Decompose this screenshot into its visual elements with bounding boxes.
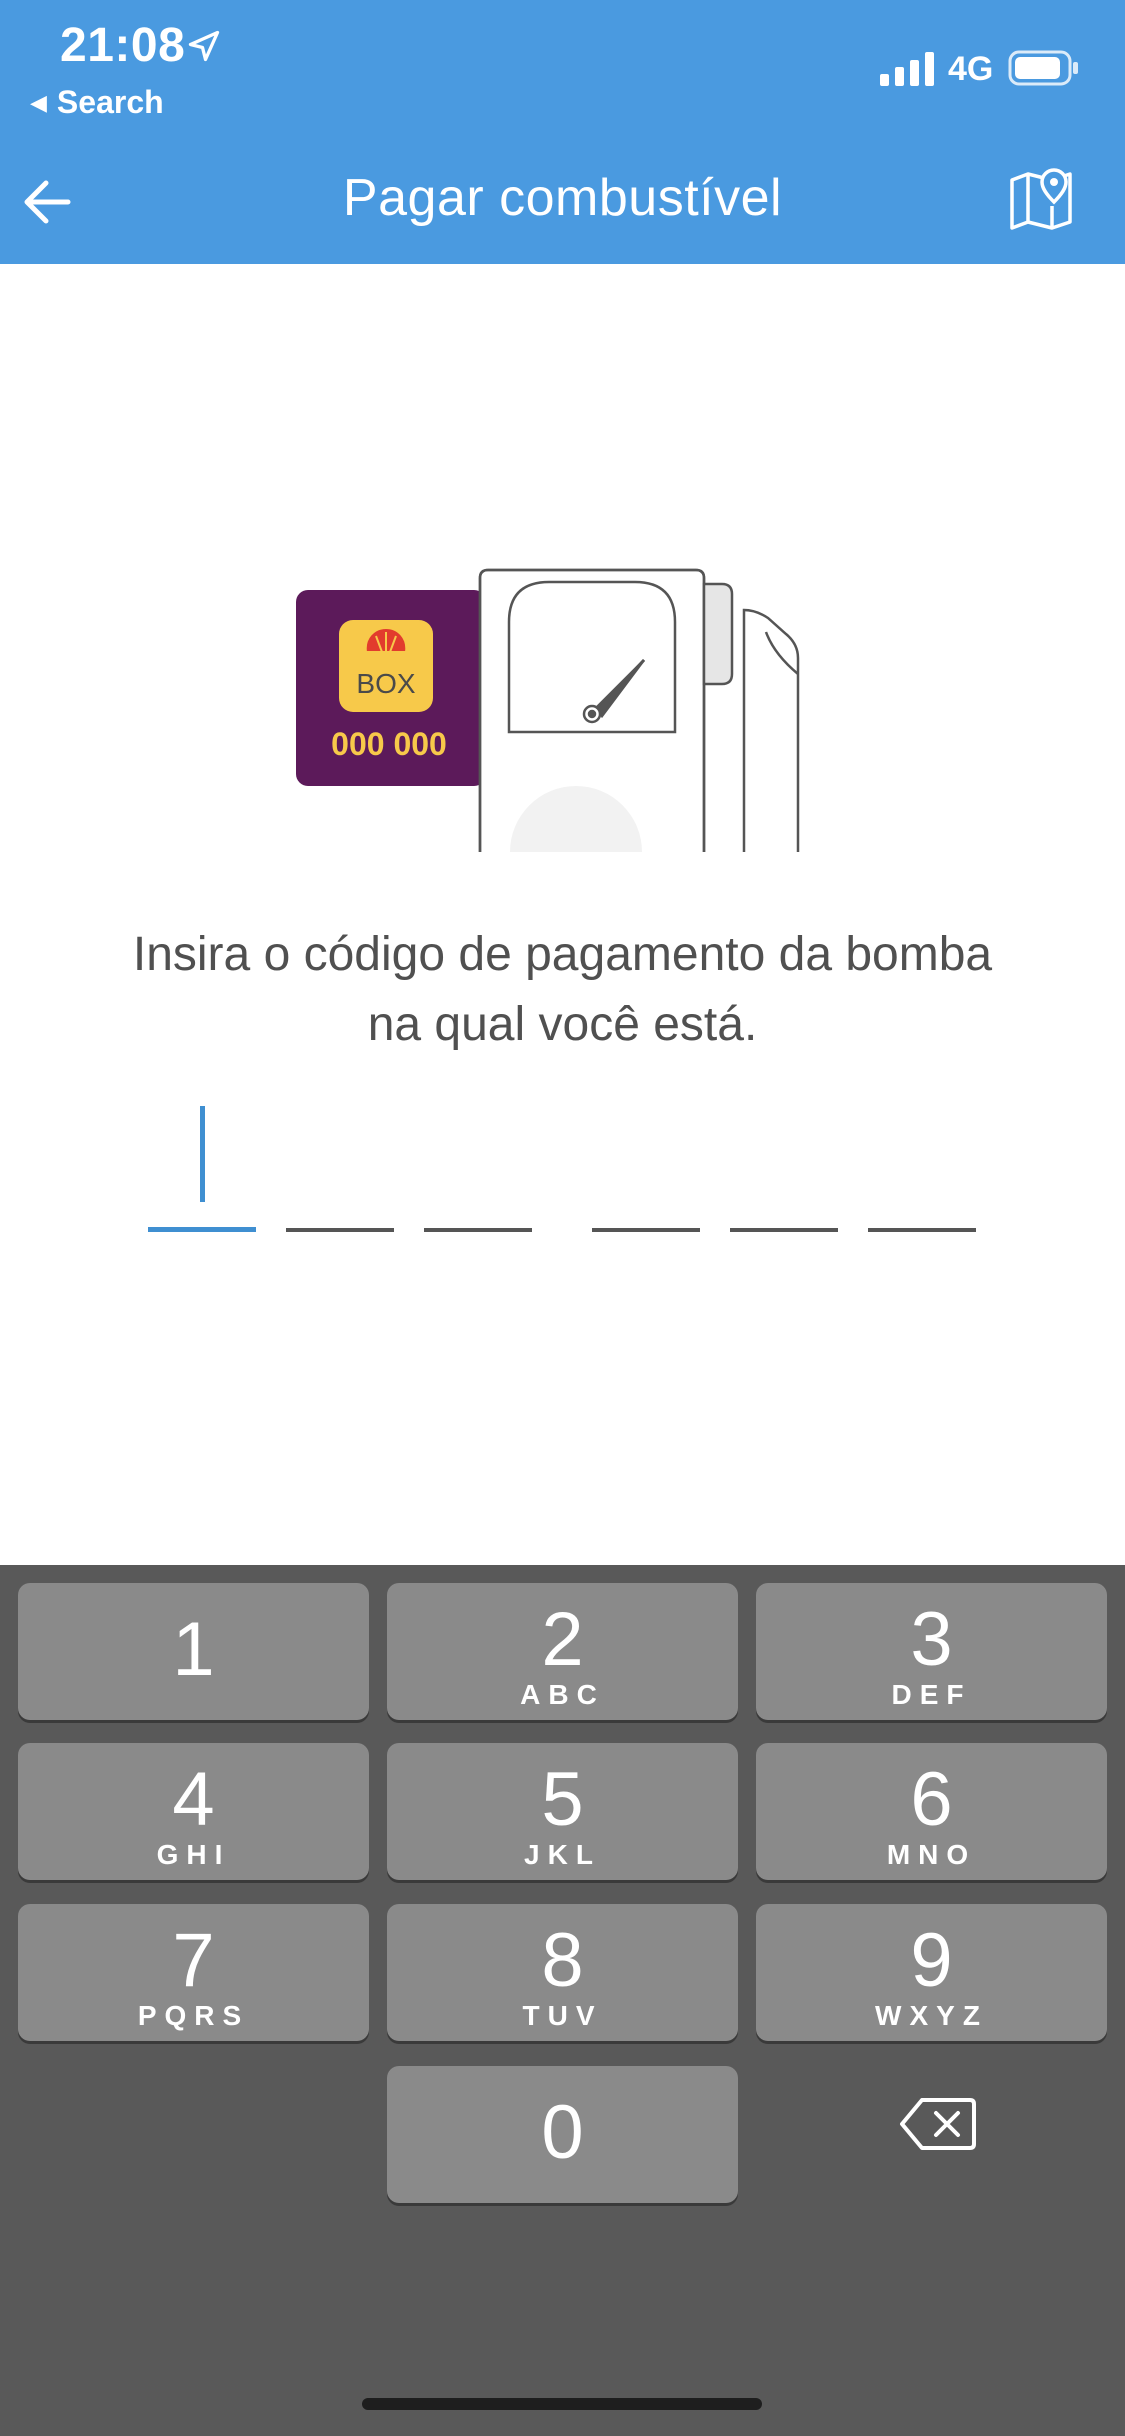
key-letters: JKL	[524, 1839, 601, 1870]
code-digit-slot-6[interactable]	[868, 1228, 976, 1232]
instruction-line-1: Insira o código de pagamento da bomba	[132, 928, 993, 981]
key-7[interactable]: 7 PQRS	[18, 1904, 369, 2041]
top-bar: 21:08 ◀ Search 4G Pagar combustível	[0, 0, 1125, 264]
key-digit: 4	[172, 1757, 215, 1842]
code-digit-slot-4[interactable]	[592, 1228, 700, 1232]
key-letters: TUV	[522, 2000, 603, 2031]
home-indicator[interactable]	[362, 2398, 762, 2410]
key-digit: 9	[910, 1918, 953, 2003]
key-digit: 2	[541, 1597, 584, 1682]
key-2[interactable]: 2 ABC	[387, 1583, 738, 1720]
status-time: 21:08	[60, 19, 186, 72]
key-4[interactable]: 4 GHI	[18, 1743, 369, 1880]
key-3[interactable]: 3 DEF	[756, 1583, 1107, 1720]
key-letters: ABC	[520, 1679, 605, 1710]
network-type: 4G	[948, 50, 994, 88]
key-digit: 7	[172, 1918, 215, 2003]
key-letters: MNO	[886, 1839, 977, 1870]
key-digit: 5	[541, 1757, 584, 1842]
instruction-text: Insira o código de pagamento da bomba na…	[0, 920, 1125, 1060]
card-code: 000 000	[331, 726, 447, 762]
code-digit-slot-5[interactable]	[730, 1228, 838, 1232]
signal-icon	[880, 52, 934, 86]
back-triangle-icon: ◀	[30, 90, 47, 115]
instruction-line-2: na qual você está.	[367, 998, 758, 1051]
code-digit-slot-1[interactable]	[148, 1227, 256, 1232]
location-arrow-icon	[188, 30, 220, 62]
battery-icon	[1008, 50, 1078, 86]
key-letters: DEF	[891, 1679, 972, 1710]
key-letters: PQRS	[137, 2000, 250, 2031]
key-letters: GHI	[156, 1839, 231, 1870]
key-letters: WXYZ	[875, 2000, 988, 2031]
code-digit-slot-2[interactable]	[286, 1228, 394, 1232]
key-digit: 8	[541, 1918, 584, 2003]
key-5[interactable]: 5 JKL	[387, 1743, 738, 1880]
backspace-icon[interactable]	[898, 2096, 978, 2152]
map-pin-icon[interactable]	[1008, 166, 1074, 232]
key-digit: 6	[910, 1757, 953, 1842]
fuel-pump	[478, 568, 800, 852]
card-brand: BOX	[356, 668, 415, 699]
shell-box-card: BOX 000 000	[296, 590, 486, 786]
key-6[interactable]: 6 MNO	[756, 1743, 1107, 1880]
page-title: Pagar combustível	[342, 169, 783, 227]
key-digit: 3	[910, 1597, 953, 1682]
fuel-pump-illustration: BOX 000 000	[296, 568, 800, 852]
status-back-label: Search	[56, 84, 164, 120]
key-8[interactable]: 8 TUV	[387, 1904, 738, 2041]
key-0[interactable]: 0	[387, 2066, 738, 2203]
text-cursor	[200, 1106, 205, 1202]
key-digit: 1	[172, 1607, 215, 1692]
key-digit: 0	[541, 2090, 584, 2175]
code-digit-slot-3[interactable]	[424, 1228, 532, 1232]
key-1[interactable]: 1	[18, 1583, 369, 1720]
key-9[interactable]: 9 WXYZ	[756, 1904, 1107, 2041]
status-back-link[interactable]: ◀ Search	[30, 84, 164, 121]
